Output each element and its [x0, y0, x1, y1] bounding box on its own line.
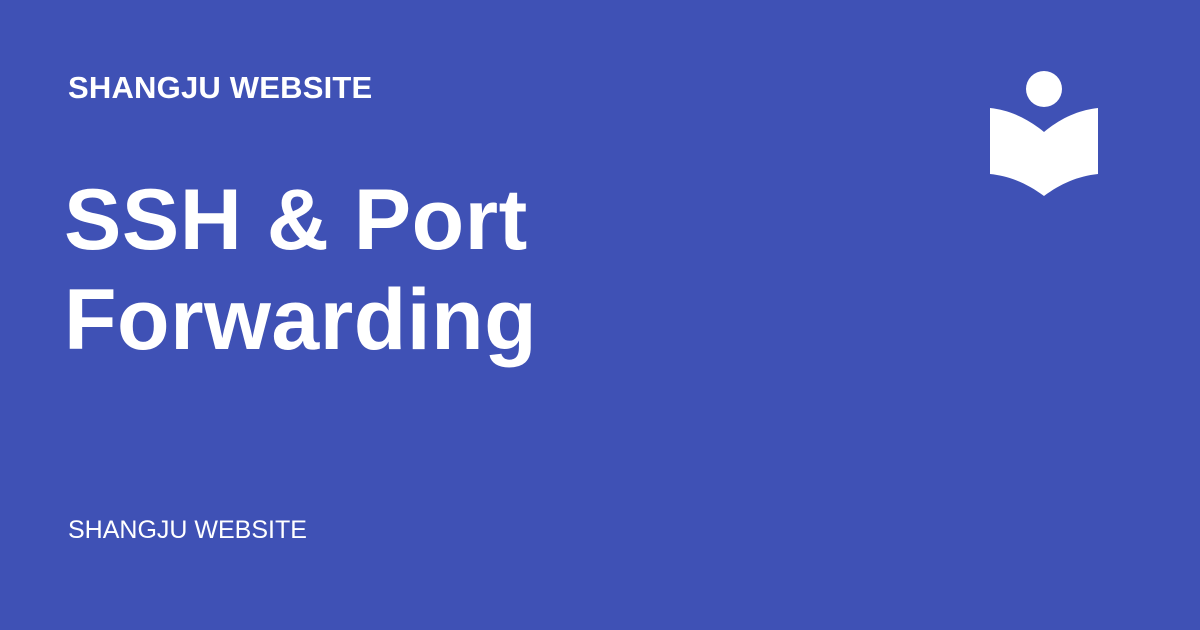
site-name-heading: SHANGJU WEBSITE	[68, 70, 373, 105]
share-card: SHANGJU WEBSITE SSH & Port Forwarding SH…	[0, 0, 1200, 630]
reader-book-icon	[990, 71, 1098, 196]
page-title: SSH & Port Forwarding	[64, 172, 538, 368]
site-name-footer: SHANGJU WEBSITE	[68, 516, 307, 544]
